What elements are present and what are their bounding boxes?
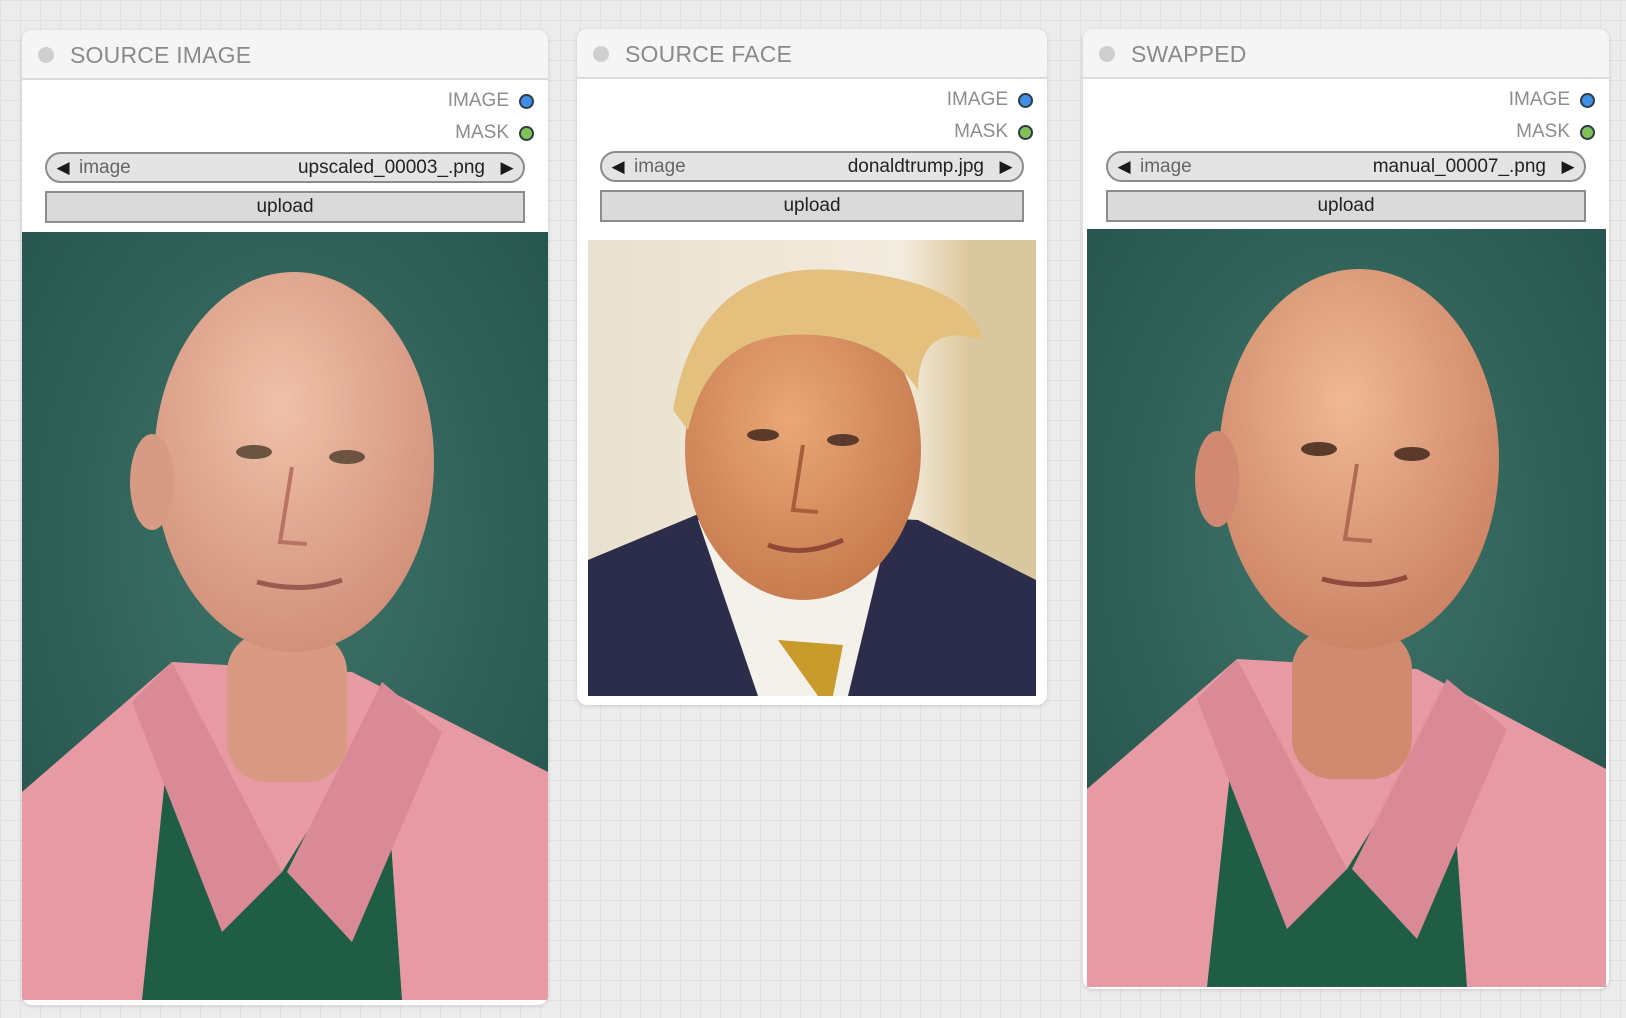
output-mask[interactable]: MASK — [1516, 121, 1595, 143]
node-source-face[interactable]: SOURCE FACE IMAGE MASK ◀ image donaldtru… — [577, 29, 1047, 705]
output-port-icon[interactable] — [1018, 92, 1033, 108]
right-triangle-icon[interactable]: ▶ — [491, 158, 523, 178]
image-preview — [588, 240, 1036, 696]
node-title: SOURCE IMAGE — [70, 42, 252, 68]
combo-name: image — [634, 155, 686, 177]
image-combo[interactable]: ◀ image upscaled_00003_.png ▶ — [45, 152, 525, 183]
upload-button[interactable]: upload — [45, 191, 525, 223]
right-triangle-icon[interactable]: ▶ — [1552, 157, 1584, 177]
node-outputs: IMAGE MASK — [577, 79, 1047, 145]
node-outputs: IMAGE MASK — [22, 80, 548, 146]
output-label: IMAGE — [946, 89, 1008, 110]
output-port-icon[interactable] — [1580, 124, 1595, 140]
output-port-icon[interactable] — [1580, 92, 1595, 108]
collapse-dot-icon[interactable] — [593, 46, 609, 62]
output-mask[interactable]: MASK — [954, 121, 1033, 143]
combo-value: upscaled_00003_.png — [297, 156, 485, 178]
output-image[interactable]: IMAGE — [1509, 89, 1595, 111]
output-label: MASK — [1516, 121, 1570, 142]
upload-button[interactable]: upload — [1106, 190, 1586, 222]
image-preview — [22, 232, 548, 1000]
collapse-dot-icon[interactable] — [1099, 46, 1115, 62]
left-triangle-icon[interactable]: ◀ — [602, 157, 634, 177]
node-title: SOURCE FACE — [625, 41, 793, 67]
node-swapped[interactable]: SWAPPED IMAGE MASK ◀ image manual_00007_… — [1083, 29, 1609, 989]
output-label: IMAGE — [447, 90, 509, 111]
right-triangle-icon[interactable]: ▶ — [990, 157, 1022, 177]
portrait-image — [22, 232, 548, 1000]
node-header[interactable]: SOURCE IMAGE — [22, 30, 548, 80]
output-label: IMAGE — [1508, 89, 1570, 110]
image-preview — [1087, 229, 1606, 987]
node-header[interactable]: SOURCE FACE — [577, 29, 1047, 79]
image-combo[interactable]: ◀ image donaldtrump.jpg ▶ — [600, 151, 1024, 182]
output-label: MASK — [954, 121, 1008, 142]
combo-name: image — [79, 156, 131, 178]
combo-value: manual_00007_.png — [1372, 155, 1546, 177]
left-triangle-icon[interactable]: ◀ — [1108, 157, 1140, 177]
combo-value: donaldtrump.jpg — [847, 155, 984, 177]
node-source-image[interactable]: SOURCE IMAGE IMAGE MASK ◀ image upscaled… — [22, 30, 548, 1005]
left-triangle-icon[interactable]: ◀ — [47, 158, 79, 178]
node-outputs: IMAGE MASK — [1083, 79, 1609, 145]
combo-name: image — [1140, 155, 1192, 177]
output-port-icon[interactable] — [519, 125, 534, 141]
portrait-image — [588, 240, 1036, 696]
output-port-icon[interactable] — [519, 93, 534, 109]
upload-button[interactable]: upload — [600, 190, 1024, 222]
output-image[interactable]: IMAGE — [947, 89, 1033, 111]
output-label: MASK — [455, 122, 509, 143]
node-header[interactable]: SWAPPED — [1083, 29, 1609, 79]
node-title: SWAPPED — [1131, 41, 1247, 67]
output-image[interactable]: IMAGE — [448, 90, 534, 112]
output-port-icon[interactable] — [1018, 124, 1033, 140]
output-mask[interactable]: MASK — [455, 122, 534, 144]
image-combo[interactable]: ◀ image manual_00007_.png ▶ — [1106, 151, 1586, 182]
portrait-image — [1087, 229, 1606, 987]
collapse-dot-icon[interactable] — [38, 47, 54, 63]
